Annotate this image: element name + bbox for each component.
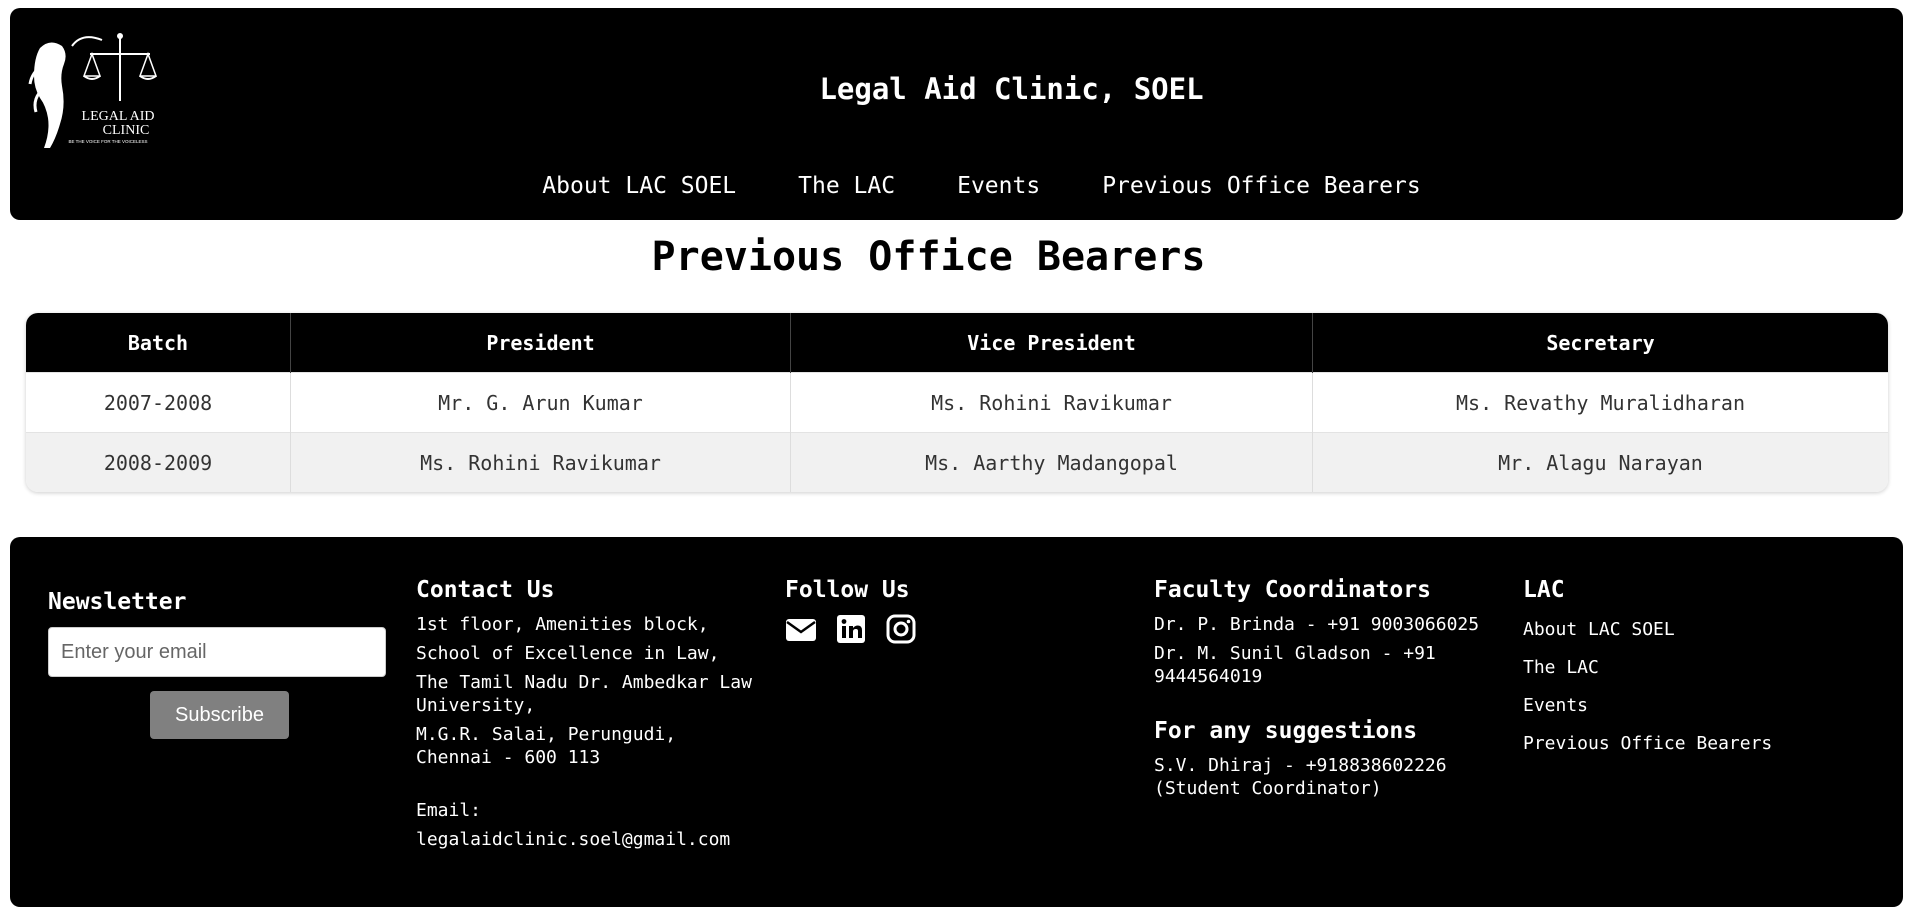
cell-vice-president: Ms. Aarthy Madangopal xyxy=(790,432,1313,492)
cell-batch: 2008-2009 xyxy=(26,432,291,492)
address-line: School of Excellence in Law, xyxy=(416,643,720,664)
nav-the-lac[interactable]: The LAC xyxy=(798,173,895,199)
cell-batch: 2007-2008 xyxy=(26,372,291,433)
linkedin-icon[interactable] xyxy=(835,613,867,645)
site-header: LEGAL AID CLINIC BE THE VOICE FOR THE VO… xyxy=(10,8,1903,220)
header-batch: Batch xyxy=(26,313,291,373)
nav-previous-office-bearers[interactable]: Previous Office Bearers xyxy=(1102,173,1421,199)
instagram-icon[interactable] xyxy=(885,613,917,645)
table-row: 2007-2008 Mr. G. Arun Kumar Ms. Rohini R… xyxy=(26,372,1888,433)
contact-section: Contact Us 1st floor, Amenities block, S… xyxy=(416,577,756,857)
subscribe-button[interactable]: Subscribe xyxy=(150,691,289,739)
logo-text-line-2: CLINIC xyxy=(103,123,150,138)
student-coordinator: S.V. Dhiraj - +918838602226 (Student Coo… xyxy=(1154,755,1447,799)
nav-about-lac-soel[interactable]: About LAC SOEL xyxy=(542,173,736,199)
logo-text-line-1: LEGAL AID xyxy=(82,109,155,124)
main-nav: About LAC SOEL The LAC Events Previous O… xyxy=(10,173,1903,199)
table-header-row: Batch President Vice President Secretary xyxy=(26,313,1888,373)
header-secretary: Secretary xyxy=(1312,313,1888,373)
office-bearers-table-container: Batch President Vice President Secretary… xyxy=(26,313,1888,492)
cell-president: Mr. G. Arun Kumar xyxy=(290,372,791,433)
social-icons xyxy=(785,613,917,645)
logo-tagline: BE THE VOICE FOR THE VOICELESS xyxy=(68,139,147,144)
header-vice-president: Vice President xyxy=(790,313,1313,373)
lac-links-section: LAC About LAC SOEL The LAC Events Previo… xyxy=(1523,577,1772,771)
address-line: M.G.R. Salai, Perungudi, Chennai - 600 1… xyxy=(416,724,677,768)
footer-link-about-lac-soel[interactable]: About LAC SOEL xyxy=(1523,619,1772,640)
office-bearers-table: Batch President Vice President Secretary… xyxy=(26,313,1888,492)
faculty-heading: Faculty Coordinators xyxy=(1154,577,1431,603)
address-line: The Tamil Nadu Dr. Ambedkar Law Universi… xyxy=(416,672,752,716)
nav-events[interactable]: Events xyxy=(957,173,1040,199)
site-footer: Newsletter Subscribe Contact Us 1st floo… xyxy=(10,537,1903,907)
envelope-icon[interactable] xyxy=(785,613,817,645)
follow-section: Follow Us xyxy=(785,577,917,645)
lac-heading: LAC xyxy=(1523,577,1565,603)
footer-link-previous-office-bearers[interactable]: Previous Office Bearers xyxy=(1523,733,1772,754)
header-president: President xyxy=(290,313,791,373)
email-label: Email: xyxy=(416,800,482,821)
cell-vice-president: Ms. Rohini Ravikumar xyxy=(790,372,1313,433)
contact-email[interactable]: legalaidclinic.soel@gmail.com xyxy=(416,828,756,851)
cell-secretary: Ms. Revathy Muralidharan xyxy=(1312,372,1888,433)
faculty-coordinator: Dr. M. Sunil Gladson - +91 9444564019 xyxy=(1154,643,1436,687)
follow-heading: Follow Us xyxy=(785,577,910,603)
contact-heading: Contact Us xyxy=(416,577,555,603)
page-title: Previous Office Bearers xyxy=(651,234,1206,280)
footer-link-the-lac[interactable]: The LAC xyxy=(1523,657,1772,678)
site-title: Legal Aid Clinic, SOEL xyxy=(819,72,1204,106)
footer-link-events[interactable]: Events xyxy=(1523,695,1772,716)
faculty-coordinator: Dr. P. Brinda - +91 9003066025 xyxy=(1154,614,1480,635)
newsletter-section: Newsletter Subscribe xyxy=(48,589,386,739)
address-line: 1st floor, Amenities block, xyxy=(416,614,709,635)
faculty-section: Faculty Coordinators Dr. P. Brinda - +91… xyxy=(1154,577,1484,806)
cell-president: Ms. Rohini Ravikumar xyxy=(290,432,791,492)
suggestions-heading: For any suggestions xyxy=(1154,718,1418,744)
newsletter-heading: Newsletter xyxy=(48,589,187,615)
newsletter-email-input[interactable] xyxy=(48,627,386,677)
table-row: 2008-2009 Ms. Rohini Ravikumar Ms. Aarth… xyxy=(26,432,1888,492)
cell-secretary: Mr. Alagu Narayan xyxy=(1312,432,1888,492)
